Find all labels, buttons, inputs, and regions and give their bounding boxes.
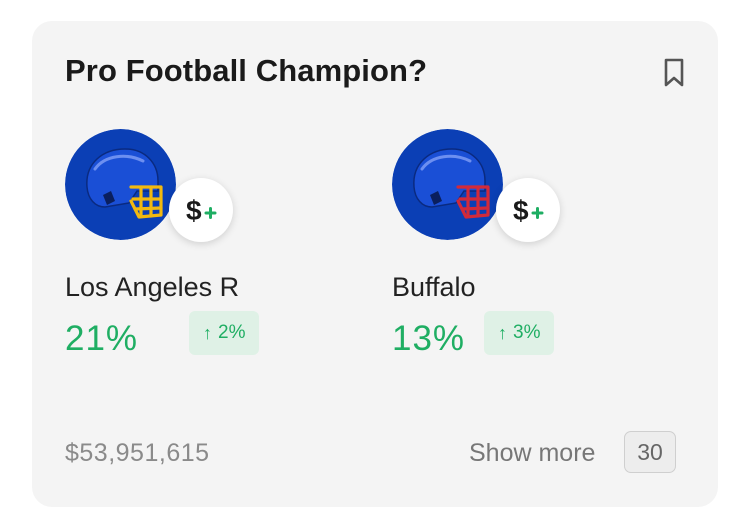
football-helmet-icon: [65, 129, 176, 240]
svg-text:$: $: [513, 195, 529, 226]
more-count-badge[interactable]: 30: [624, 431, 676, 473]
arrow-up-icon: ↑: [498, 322, 507, 343]
market-outcome-los-angeles[interactable]: $ Los Angeles R 21% ↑ 2%: [65, 129, 365, 369]
arrow-up-icon: ↑: [203, 322, 212, 343]
change-value: 2%: [218, 322, 246, 343]
probability: 13%: [392, 319, 466, 358]
market-outcome-buffalo[interactable]: $ Buffalo 13% ↑ 3%: [392, 129, 692, 369]
team-name: Buffalo: [392, 272, 476, 302]
team-name: Los Angeles R: [65, 272, 240, 302]
change-badge: ↑ 2%: [189, 311, 260, 355]
dollar-plus-icon: $: [186, 195, 217, 226]
probability: 21%: [65, 319, 139, 358]
football-helmet-icon: [392, 129, 503, 240]
change-badge: ↑ 3%: [484, 311, 555, 355]
dollar-plus-icon: $: [513, 195, 544, 226]
place-bet-button[interactable]: $: [496, 178, 560, 242]
card-title: Pro Football Champion?: [65, 53, 428, 88]
market-card[interactable]: Pro Football Champion? $ Los Angeles R 2…: [32, 21, 718, 507]
bookmark-icon[interactable]: [657, 55, 691, 89]
place-bet-button[interactable]: $: [169, 178, 233, 242]
show-more-link[interactable]: Show more: [469, 439, 595, 468]
change-value: 3%: [513, 322, 541, 343]
svg-text:$: $: [186, 195, 202, 226]
market-volume: $53,951,615: [65, 439, 210, 467]
